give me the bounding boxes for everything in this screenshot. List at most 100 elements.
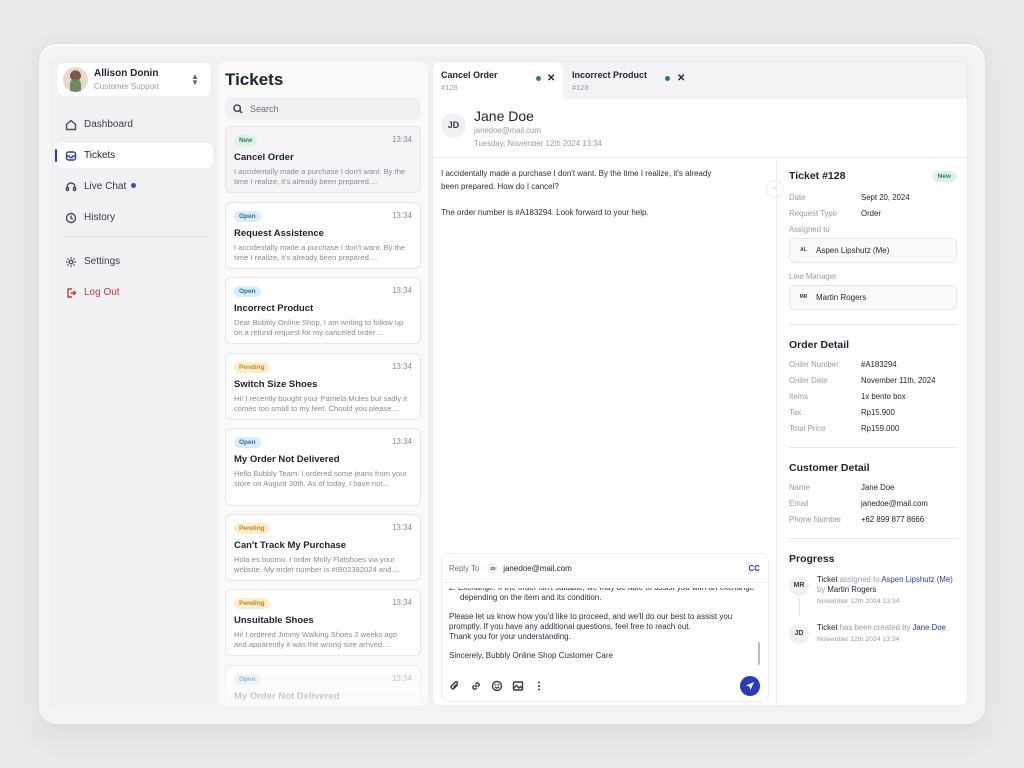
ticket-time: 13:34 bbox=[391, 674, 412, 683]
tab-subtitle: #128 bbox=[572, 83, 589, 92]
gear-icon bbox=[66, 256, 76, 267]
sidebar: Allison Donin Customer Support ▲ ▼ Dashbo… bbox=[55, 62, 213, 702]
status-badge: Pending bbox=[234, 362, 270, 373]
search-icon bbox=[233, 103, 243, 114]
sidebar-item-label: Dashboard bbox=[84, 119, 133, 130]
sidebar-item-dashboard[interactable]: Dashboard bbox=[56, 112, 213, 137]
conversation-panel: Cancel Order #128 ✕ Incorrect Product #1… bbox=[432, 61, 968, 706]
reply-composer: Reply To JD janedoe@mail.com CC 2. Excha… bbox=[441, 553, 769, 702]
tab-incorrect-product[interactable]: Incorrect Product #128 ✕ bbox=[564, 62, 694, 99]
search-placeholder: Search bbox=[250, 103, 279, 114]
reply-line: Thank you for your understanding. bbox=[449, 632, 571, 641]
progress-action: has been created by bbox=[839, 623, 911, 632]
order-total: Rp159.000 bbox=[861, 424, 900, 433]
message-paragraph: I accidentally made a purchase I don't w… bbox=[441, 169, 712, 191]
tab-title: Incorrect Product bbox=[572, 70, 648, 80]
tab-title: Cancel Order bbox=[441, 70, 498, 80]
profile-switcher[interactable]: Allison Donin Customer Support ▲ ▼ bbox=[56, 62, 212, 97]
details-panel: Ticket #128 New Date Sept 20, 2024 Reque… bbox=[789, 158, 957, 644]
cc-button[interactable]: CC bbox=[748, 564, 760, 573]
reply-textarea[interactable]: 2. Exchange: If the order isn't suitable… bbox=[449, 588, 755, 664]
ticket-title: My Order Not Delivered bbox=[234, 691, 340, 702]
tab-cancel-order[interactable]: Cancel Order #128 ✕ bbox=[433, 62, 563, 99]
ticket-title: Cancel Order bbox=[234, 152, 294, 163]
conversation-header: JD Jane Doe janedoe@mail.com Tuesday, No… bbox=[433, 99, 967, 158]
ticket-card[interactable]: Pending 13:34 Unsuitable Shoes Hi! I ord… bbox=[225, 589, 421, 656]
status-badge: New bbox=[931, 171, 957, 182]
ticket-snippet: I accidentally made a purchase I don't w… bbox=[234, 243, 406, 262]
progress-item: JD Ticket has been created by Jane Doe N… bbox=[789, 623, 957, 644]
collapse-handle-icon[interactable]: ‹› bbox=[766, 180, 784, 198]
status-dot bbox=[665, 76, 670, 81]
reply-to-email[interactable]: janedoe@mail.com bbox=[503, 564, 572, 573]
ticket-time: 13:34 bbox=[391, 135, 412, 144]
progress-actor-link[interactable]: Jane Doe bbox=[913, 623, 946, 632]
timeline-line bbox=[799, 598, 800, 616]
customer-phone: +62 899 877 8666 bbox=[861, 515, 925, 524]
progress-subject: Ticket bbox=[817, 623, 838, 632]
ticket-time: 13:34 bbox=[391, 437, 412, 446]
emoji-icon[interactable] bbox=[491, 680, 503, 692]
status-badge: Open bbox=[234, 437, 261, 448]
status-dot bbox=[536, 76, 541, 81]
ticket-card[interactable]: Open 13:34 My Order Not Delivered Hello … bbox=[225, 428, 421, 506]
ticket-time: 13:34 bbox=[391, 286, 412, 295]
reply-line: Sincerely, Bubbly Online Shop Customer C… bbox=[449, 651, 613, 660]
more-vertical-icon[interactable] bbox=[533, 680, 545, 692]
field-label: Order Number bbox=[789, 360, 839, 369]
message-body: I accidentally made a purchase I don't w… bbox=[441, 167, 731, 232]
sidebar-item-settings[interactable]: Settings bbox=[56, 249, 213, 274]
link-icon[interactable] bbox=[470, 680, 482, 692]
ticket-snippet: Hi! I recently bought your Pamela Mules … bbox=[234, 394, 408, 413]
chevron-up-down-icon[interactable]: ▲ ▼ bbox=[189, 72, 201, 86]
avatar bbox=[63, 67, 88, 92]
ticket-date: Sept 20, 2024 bbox=[861, 193, 910, 202]
tab-bar: Cancel Order #128 ✕ Incorrect Product #1… bbox=[433, 62, 967, 99]
ticket-card[interactable]: Pending 13:34 Switch Size Shoes Hi! I re… bbox=[225, 353, 421, 420]
ticket-time: 13:34 bbox=[391, 362, 412, 371]
logout-icon bbox=[67, 287, 77, 298]
ticket-title: Switch Size Shoes bbox=[234, 379, 318, 390]
sidebar-item-tickets[interactable]: Tickets bbox=[55, 143, 213, 168]
ticket-snippet: I accidentally made a purchase I don't w… bbox=[234, 167, 406, 186]
reply-line: 2. Exchange: If the order isn't suitable… bbox=[449, 588, 754, 602]
ticket-snippet: Dear Bubbly Online Shop, I am writing to… bbox=[234, 318, 404, 337]
sidebar-nav: Dashboard Tickets Live Chat History Sett… bbox=[55, 112, 213, 311]
scrollbar[interactable] bbox=[758, 642, 760, 665]
logout-button[interactable]: Log Out bbox=[56, 280, 213, 305]
status-badge: Pending bbox=[234, 598, 270, 609]
ticket-card[interactable]: Pending 13:34 Can't Track My Purchase Ho… bbox=[225, 514, 421, 581]
ticket-card[interactable]: New 13:34 Cancel Order I accidentally ma… bbox=[225, 126, 421, 193]
history-icon bbox=[65, 212, 77, 223]
sidebar-item-live-chat[interactable]: Live Chat bbox=[56, 174, 213, 199]
close-icon[interactable]: ✕ bbox=[677, 73, 685, 84]
line-manager-field[interactable]: MR Martin Rogers bbox=[789, 285, 957, 310]
field-label: Assigned to bbox=[789, 225, 830, 234]
request-type: Order bbox=[861, 209, 881, 218]
send-button[interactable] bbox=[740, 676, 760, 696]
field-label: Phone Number bbox=[789, 515, 842, 524]
section-title: Customer Detail bbox=[789, 462, 870, 474]
status-badge: New bbox=[234, 135, 258, 146]
ticket-card[interactable]: Open 13:34 Request Assistence I accident… bbox=[225, 202, 421, 269]
progress-target-link[interactable]: Aspen Lipshutz (Me) bbox=[881, 575, 953, 584]
sidebar-item-history[interactable]: History bbox=[56, 205, 213, 230]
ticket-card[interactable]: Open 13:34 My Order Not Delivered bbox=[225, 665, 421, 706]
attachment-icon[interactable] bbox=[449, 680, 461, 692]
ticket-title: Can't Track My Purchase bbox=[234, 540, 347, 551]
ticket-snippet: Hi! I ordered Jimmy Walking Shoes 2 week… bbox=[234, 630, 398, 649]
divider bbox=[789, 447, 957, 448]
ticket-title: Request Assistence bbox=[234, 228, 324, 239]
search-input[interactable]: Search bbox=[225, 97, 421, 120]
ticket-card[interactable]: Open 13:34 Incorrect Product Dear Bubbly… bbox=[225, 277, 421, 344]
progress-item: MR Ticket assigned to Aspen Lipshutz (Me… bbox=[789, 575, 957, 616]
avatar: MR bbox=[799, 294, 808, 300]
close-icon[interactable]: ✕ bbox=[547, 73, 555, 84]
assigned-to-field[interactable]: AL Aspen Lipshutz (Me) bbox=[789, 238, 957, 263]
field-label: Name bbox=[789, 483, 810, 492]
order-tax: Rp15.900 bbox=[861, 408, 895, 417]
logout-label: Log Out bbox=[84, 287, 120, 298]
customer-name: Jane Doe bbox=[861, 483, 895, 492]
progress-actor: Martin Rogers bbox=[827, 585, 877, 594]
image-icon[interactable] bbox=[512, 680, 524, 692]
